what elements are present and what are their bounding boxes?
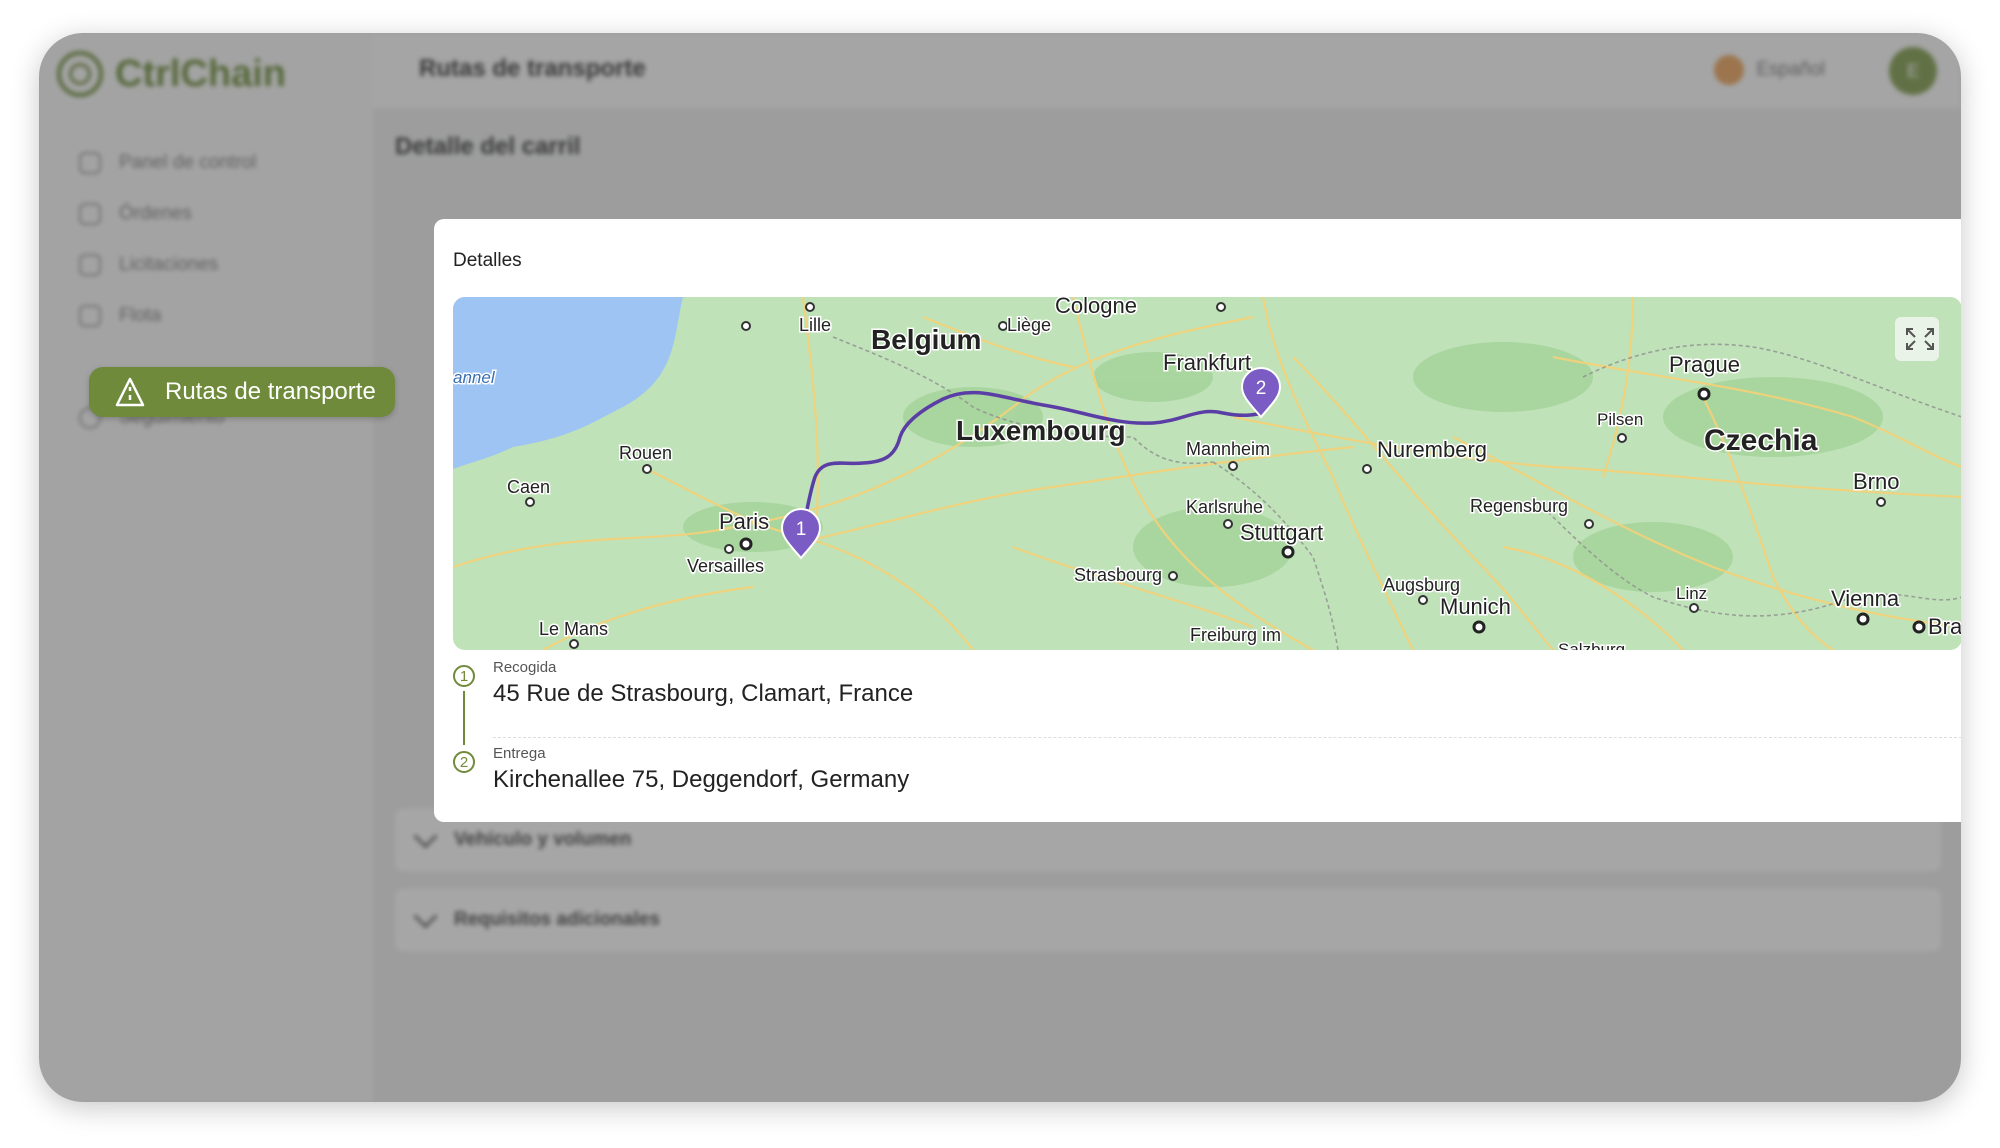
marker-number: 2 <box>1256 378 1267 399</box>
map-label-country: Czechia <box>1704 424 1818 457</box>
map-label-city: Stuttgart <box>1240 520 1323 545</box>
divider <box>493 737 1961 738</box>
stop-number: 1 <box>453 665 475 687</box>
map-label-city: Lille <box>799 315 831 335</box>
map-label-city: Nuremberg <box>1377 437 1487 462</box>
map-label-city: Paris <box>719 509 769 534</box>
route-map[interactable]: Cologne Lille Liège Belgium Frankfurt Pr… <box>453 297 1961 650</box>
stop-label: Entrega <box>493 745 546 762</box>
fullscreen-button[interactable] <box>1895 317 1939 361</box>
map-label-city: Bra <box>1928 614 1961 639</box>
map-label-city: Versailles <box>687 556 764 576</box>
map-label-city: Regensburg <box>1470 496 1568 516</box>
map-label-city: Brno <box>1853 469 1899 494</box>
map-label-city: Strasbourg <box>1074 565 1162 585</box>
sidebar-item-label: Rutas de transporte <box>165 378 376 405</box>
map-label-city: Linz <box>1676 584 1707 603</box>
marker-number: 1 <box>796 519 807 540</box>
map-label-city: Le Mans <box>539 619 608 639</box>
modal-title: Detalles <box>453 250 522 271</box>
map-label-water: annel <box>453 368 496 387</box>
details-modal: Detalles Cologne Lille Liège Belgium Fra… <box>434 219 1961 822</box>
map-label-city: Pilsen <box>1597 410 1643 429</box>
app-window: CtrlChain Panel de control Órdenes Licit… <box>39 33 1961 1102</box>
map-label-country: Belgium <box>871 324 981 355</box>
road-icon <box>113 375 147 409</box>
map-label-city: Prague <box>1669 352 1740 377</box>
stop-number: 2 <box>453 751 475 773</box>
map-label-city: Vienna <box>1831 586 1900 611</box>
map-label-city: Mannheim <box>1186 439 1270 459</box>
map-label-city: Salzburg <box>1558 640 1625 650</box>
stop-connector <box>463 691 465 745</box>
stop-address: 45 Rue de Strasbourg, Clamart, France <box>493 680 914 707</box>
sidebar-item-rutas[interactable]: Rutas de transporte <box>89 367 395 417</box>
map-label-city: Freiburg im <box>1190 625 1281 645</box>
map-label-city: Augsburg <box>1383 575 1460 595</box>
map-label-city: Frankfurt <box>1163 350 1251 375</box>
stop-address: Kirchenallee 75, Deggendorf, Germany <box>493 766 910 793</box>
map-label-city: Rouen <box>619 443 672 463</box>
map-label-city: Caen <box>507 477 550 497</box>
map-label-city: Munich <box>1440 594 1511 619</box>
map-label-city: Cologne <box>1055 297 1137 318</box>
stop-label: Recogida <box>493 659 557 676</box>
map-label-country: Luxembourg <box>956 415 1126 446</box>
map-label-city: Karlsruhe <box>1186 497 1263 517</box>
map-label-city: Liège <box>1007 315 1051 335</box>
